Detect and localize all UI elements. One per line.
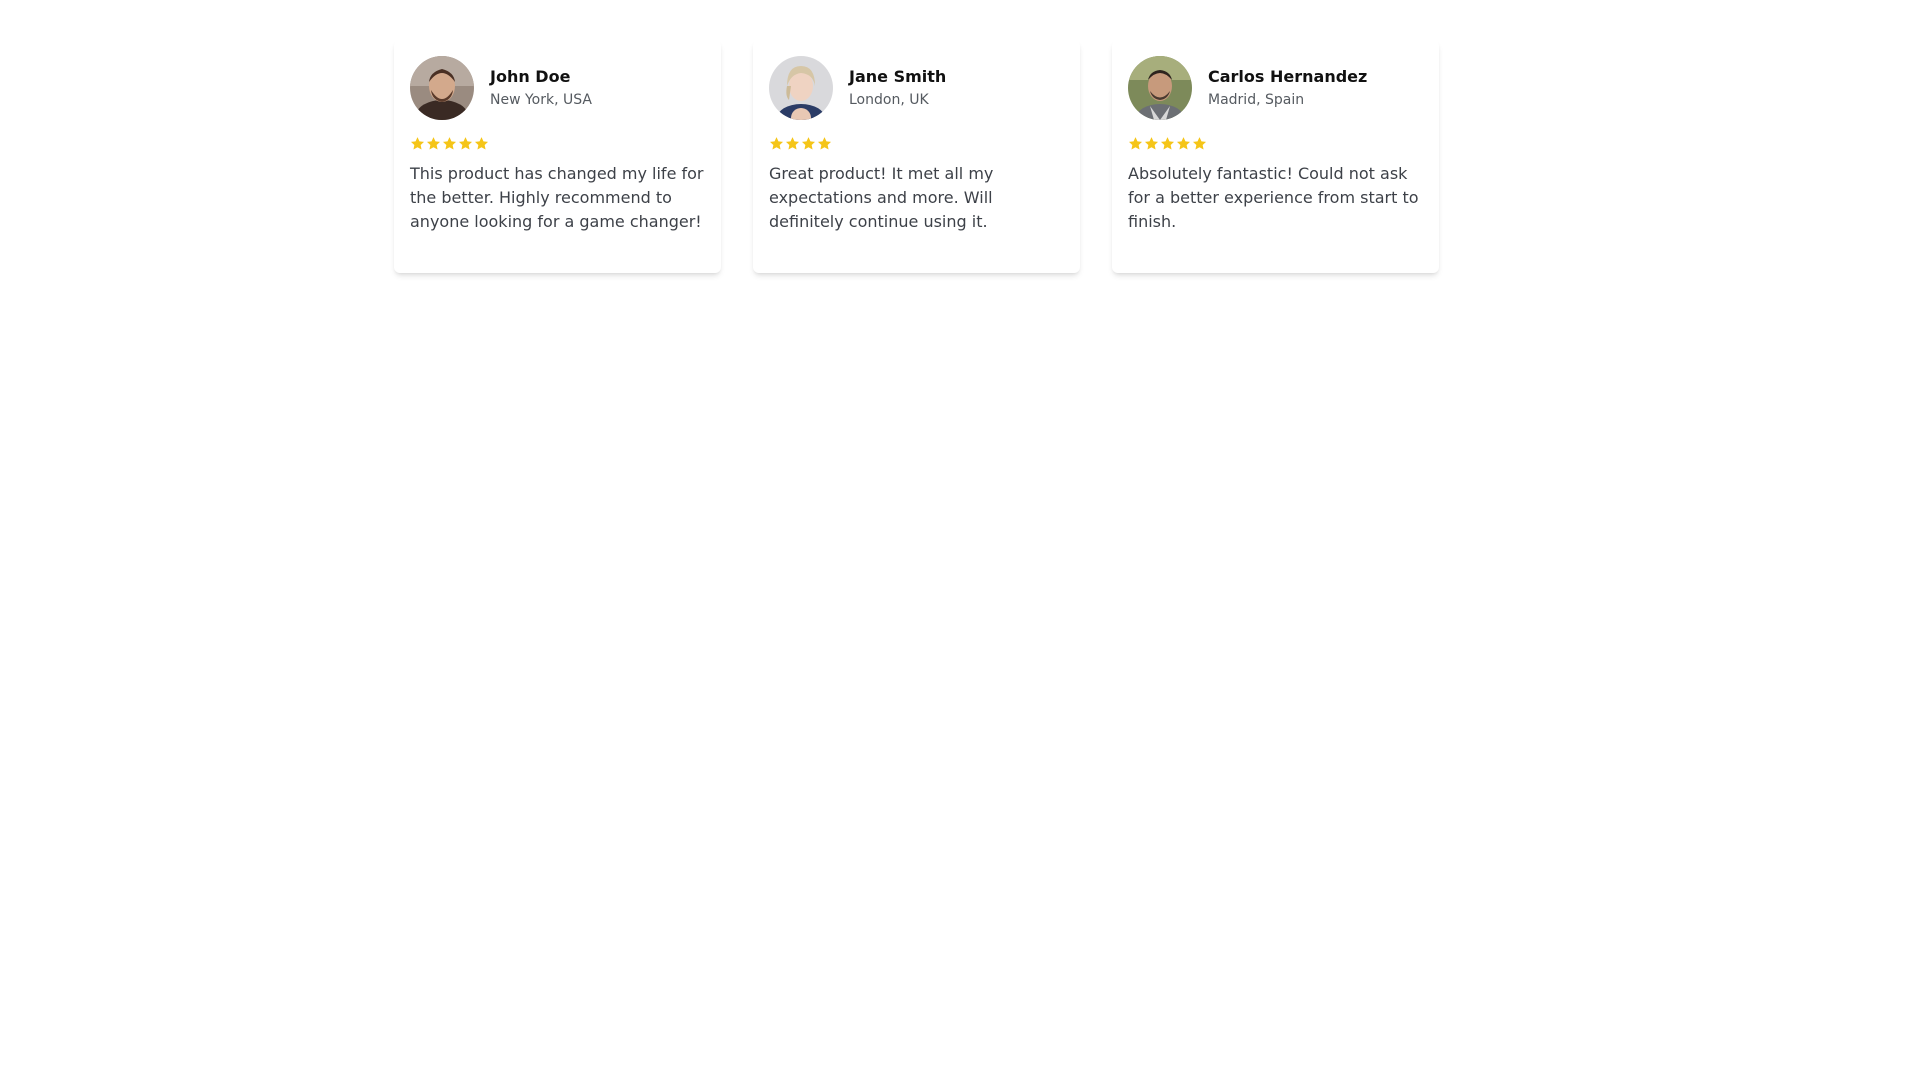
star-icon xyxy=(1144,137,1159,150)
star-icon xyxy=(1192,137,1207,150)
star-icon xyxy=(426,137,441,150)
star-rating xyxy=(1128,136,1423,152)
reviewer-header: Jane Smith London, UK xyxy=(769,56,1064,120)
star-icon xyxy=(801,137,816,150)
review-text: Great product! It met all my expectation… xyxy=(769,164,994,231)
star-rating xyxy=(769,136,1064,152)
avatar-photo-icon xyxy=(769,56,833,120)
star-icon xyxy=(1160,137,1175,150)
avatar-photo-icon xyxy=(410,56,474,120)
star-icon xyxy=(769,137,784,150)
reviewer-location: Madrid, Spain xyxy=(1208,91,1305,108)
reviewer-name: John Doe xyxy=(490,66,571,86)
star-icon xyxy=(458,137,473,150)
reviewer-location: London, UK xyxy=(849,91,929,108)
star-icon xyxy=(410,137,425,150)
avatar-photo-icon xyxy=(1128,56,1192,120)
reviewer-info: John Doe New York, USA xyxy=(490,67,592,110)
review-text: Absolutely fantastic! Could not ask for … xyxy=(1128,164,1419,231)
review-card: Jane Smith London, UK Great product! It … xyxy=(753,40,1080,273)
star-icon xyxy=(442,137,457,150)
star-icon xyxy=(474,137,489,150)
reviewer-name: Jane Smith xyxy=(849,66,947,86)
avatar xyxy=(769,56,833,120)
reviewer-header: John Doe New York, USA xyxy=(410,56,705,120)
review-text: This product has changed my life for the… xyxy=(410,164,704,231)
reviewer-header: Carlos Hernandez Madrid, Spain xyxy=(1128,56,1423,120)
reviewer-name: Carlos Hernandez xyxy=(1208,66,1368,86)
reviewer-info: Jane Smith London, UK xyxy=(849,67,946,110)
star-icon xyxy=(817,137,832,150)
avatar xyxy=(1128,56,1192,120)
reviewer-info: Carlos Hernandez Madrid, Spain xyxy=(1208,67,1367,110)
reviewer-location: New York, USA xyxy=(490,91,592,108)
avatar xyxy=(410,56,474,120)
star-icon xyxy=(1176,137,1191,150)
review-card: John Doe New York, USA This product has … xyxy=(394,40,721,273)
star-rating xyxy=(410,136,705,152)
star-icon xyxy=(1128,137,1143,150)
star-icon xyxy=(785,137,800,150)
testimonials-grid: John Doe New York, USA This product has … xyxy=(394,40,1439,273)
review-card: Carlos Hernandez Madrid, Spain Absolutel… xyxy=(1112,40,1439,273)
